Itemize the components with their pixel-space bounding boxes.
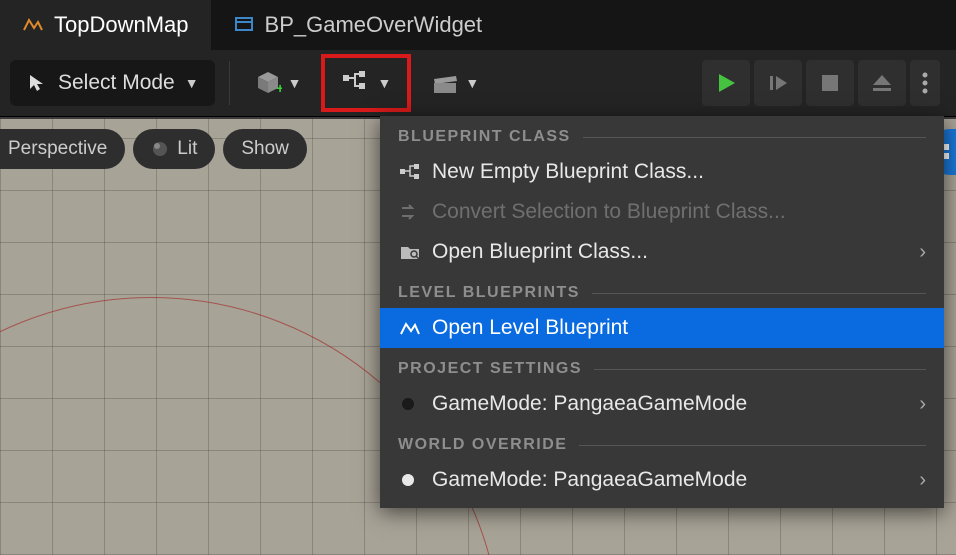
sphere-icon bbox=[151, 140, 169, 158]
pill-label: Lit bbox=[177, 138, 197, 160]
divider-line bbox=[579, 445, 926, 446]
toolbar-divider bbox=[229, 61, 230, 105]
tab-gameoverwidget[interactable]: BP_GameOverWidget bbox=[211, 0, 505, 50]
section-header-project-settings: PROJECT SETTINGS bbox=[380, 348, 944, 384]
cube-add-icon: + bbox=[254, 69, 282, 97]
radio-on-icon bbox=[402, 474, 414, 486]
section-title: BLUEPRINT CLASS bbox=[398, 128, 571, 146]
step-button[interactable] bbox=[754, 60, 802, 106]
menu-project-gamemode[interactable]: GameMode: PangaeaGameMode › bbox=[380, 384, 944, 424]
add-content-button[interactable]: + ▼ bbox=[244, 60, 312, 106]
chevron-down-icon: ▼ bbox=[377, 75, 391, 91]
select-mode-label: Select Mode bbox=[58, 71, 175, 95]
chevron-right-icon: › bbox=[919, 469, 926, 492]
perspective-button[interactable]: Perspective bbox=[0, 129, 125, 169]
divider-line bbox=[594, 369, 926, 370]
main-toolbar: Select Mode ▼ + ▼ ▼ bbox=[0, 50, 956, 116]
section-title: WORLD OVERRIDE bbox=[398, 436, 567, 454]
show-button[interactable]: Show bbox=[223, 129, 307, 169]
blueprints-button[interactable]: ▼ bbox=[331, 60, 401, 106]
more-options-button[interactable] bbox=[910, 60, 940, 106]
blueprints-dropdown-menu: BLUEPRINT CLASS New Empty Blueprint Clas… bbox=[380, 116, 944, 508]
menu-label: GameMode: PangaeaGameMode bbox=[432, 468, 747, 492]
svg-text:+: + bbox=[276, 80, 282, 96]
play-controls bbox=[702, 60, 946, 106]
menu-world-gamemode[interactable]: GameMode: PangaeaGameMode › bbox=[380, 460, 944, 500]
menu-open-blueprint-class[interactable]: Open Blueprint Class... › bbox=[380, 232, 944, 272]
search-folder-icon bbox=[398, 240, 422, 264]
viewport-toolbar: Perspective Lit Show bbox=[0, 129, 307, 169]
menu-label: Convert Selection to Blueprint Class... bbox=[432, 200, 786, 224]
chevron-right-icon: › bbox=[919, 241, 926, 264]
blueprint-dropdown-highlight: ▼ bbox=[321, 54, 411, 112]
section-header-blueprint-class: BLUEPRINT CLASS bbox=[380, 116, 944, 152]
section-header-level-blueprints: LEVEL BLUEPRINTS bbox=[380, 272, 944, 308]
section-title: LEVEL BLUEPRINTS bbox=[398, 284, 580, 302]
tab-label: BP_GameOverWidget bbox=[265, 12, 483, 38]
cinematics-button[interactable]: ▼ bbox=[421, 60, 489, 106]
section-title: PROJECT SETTINGS bbox=[398, 360, 582, 378]
pill-label: Show bbox=[241, 138, 289, 160]
divider-line bbox=[592, 293, 926, 294]
menu-label: GameMode: PangaeaGameMode bbox=[432, 392, 747, 416]
chevron-down-icon: ▼ bbox=[185, 75, 199, 91]
pill-label: Perspective bbox=[8, 138, 107, 160]
tab-bar: TopDownMap BP_GameOverWidget bbox=[0, 0, 956, 50]
section-header-world-override: WORLD OVERRIDE bbox=[380, 424, 944, 460]
divider-line bbox=[583, 137, 926, 138]
convert-icon bbox=[398, 200, 422, 224]
chevron-down-icon: ▼ bbox=[465, 75, 479, 91]
play-button[interactable] bbox=[702, 60, 750, 106]
level-icon bbox=[22, 14, 44, 36]
select-mode-button[interactable]: Select Mode ▼ bbox=[10, 60, 215, 106]
blueprint-node-icon bbox=[398, 160, 422, 184]
cursor-icon bbox=[26, 72, 48, 94]
chevron-right-icon: › bbox=[919, 393, 926, 416]
radio-off-icon bbox=[402, 398, 414, 410]
menu-open-level-blueprint[interactable]: Open Level Blueprint bbox=[380, 308, 944, 348]
tab-label: TopDownMap bbox=[54, 12, 189, 38]
lit-button[interactable]: Lit bbox=[133, 129, 215, 169]
level-blueprint-icon bbox=[398, 316, 422, 340]
menu-label: Open Blueprint Class... bbox=[432, 240, 648, 264]
menu-label: Open Level Blueprint bbox=[432, 316, 628, 340]
tab-topdownmap[interactable]: TopDownMap bbox=[0, 0, 211, 50]
clapperboard-icon bbox=[431, 71, 459, 95]
eject-button[interactable] bbox=[858, 60, 906, 106]
menu-new-empty-blueprint[interactable]: New Empty Blueprint Class... bbox=[380, 152, 944, 192]
chevron-down-icon: ▼ bbox=[288, 75, 302, 91]
stop-button[interactable] bbox=[806, 60, 854, 106]
widget-icon bbox=[233, 14, 255, 36]
menu-convert-selection: Convert Selection to Blueprint Class... bbox=[380, 192, 944, 232]
menu-label: New Empty Blueprint Class... bbox=[432, 160, 704, 184]
blueprint-icon bbox=[341, 71, 371, 95]
